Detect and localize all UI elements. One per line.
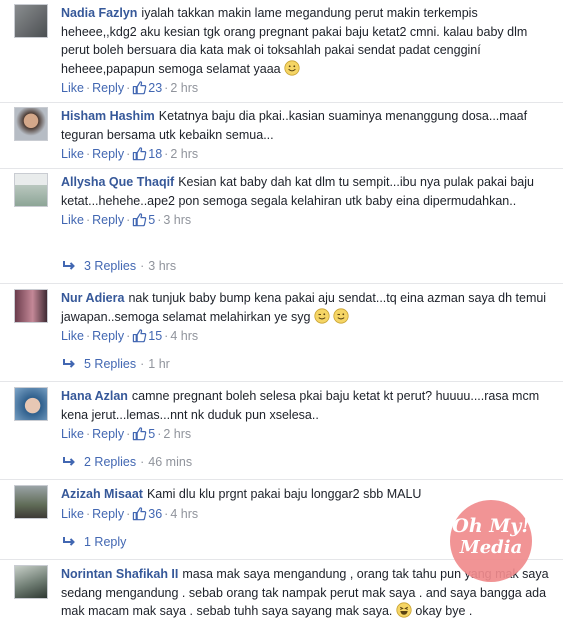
comment-actions: Like · Reply · 15 · 4 hrs: [61, 329, 199, 343]
thumbs-up-icon: [133, 506, 147, 520]
reply-arrow-icon: [63, 457, 75, 466]
comment-text-block: Hana Azlan camne pregnant boleh selesa pk…: [61, 387, 555, 424]
thumbs-up-icon: [133, 81, 147, 95]
avatar[interactable]: [14, 387, 48, 421]
divider: [0, 479, 563, 480]
comment-time[interactable]: 2 hrs: [170, 81, 198, 95]
reply-arrow-icon: [63, 261, 75, 270]
reply-button[interactable]: Reply: [92, 427, 124, 441]
reply-button[interactable]: Reply: [92, 213, 124, 227]
replies-count[interactable]: 2 Replies: [84, 455, 136, 469]
comment-actions: Like · Reply · 5 · 3 hrs: [61, 213, 192, 227]
reply-button[interactable]: Reply: [92, 147, 124, 161]
comment-text-block: Nadia Fazlyn iyalah takkan makin lame meg…: [61, 4, 555, 78]
thumbs-up-icon: [133, 427, 147, 441]
reply-button[interactable]: Reply: [92, 507, 124, 521]
like-button[interactable]: Like: [61, 329, 84, 343]
replies-time: 3 hrs: [148, 259, 177, 273]
view-replies-link[interactable]: 5 Replies · 1 hr: [62, 355, 170, 373]
comment-text-block: Allysha Que Thaqif Kesian kat baby dah ka…: [61, 173, 555, 210]
like-count[interactable]: 5: [148, 427, 155, 441]
commenter-name[interactable]: Hisham Hashim: [61, 109, 155, 123]
comment-text: Kami dlu klu prgnt pakai baju longgar2 s…: [146, 487, 422, 501]
view-replies-link[interactable]: 2 Replies · 46 mins: [62, 453, 192, 471]
comment-time[interactable]: 4 hrs: [170, 507, 198, 521]
comment-actions: Like · Reply · 23 · 2 hrs: [61, 81, 199, 95]
comment-actions: Like · Reply · 18 · 2 hrs: [61, 147, 199, 161]
watermark-line-2: Media: [459, 537, 523, 558]
thumbs-up-icon: [133, 329, 147, 343]
avatar[interactable]: [14, 4, 48, 38]
avatar[interactable]: [14, 173, 48, 207]
divider: [0, 102, 563, 103]
like-count[interactable]: 5: [148, 213, 155, 227]
divider: [0, 168, 563, 169]
like-button[interactable]: Like: [61, 213, 84, 227]
comment-text: camne pregnant boleh selesa pkai baju ke…: [61, 389, 540, 422]
like-count[interactable]: 23: [148, 81, 162, 95]
replies-time: 46 mins: [148, 455, 193, 469]
comment-text-end: okay bye .: [415, 604, 473, 618]
view-replies-link[interactable]: 3 Replies · 3 hrs: [62, 257, 176, 275]
reply-button[interactable]: Reply: [92, 81, 124, 95]
watermark-line-1: Oh My!: [452, 515, 530, 537]
like-count[interactable]: 18: [148, 147, 162, 161]
comment-time[interactable]: 4 hrs: [170, 329, 198, 343]
replies-time: 1 hr: [148, 357, 170, 371]
replies-count[interactable]: 1 Reply: [84, 535, 126, 549]
replies-count[interactable]: 3 Replies: [84, 259, 136, 273]
commenter-name[interactable]: Allysha Que Thaqif: [61, 175, 174, 189]
like-button[interactable]: Like: [61, 147, 84, 161]
view-replies-link[interactable]: 1 Reply: [62, 533, 126, 551]
comment-time[interactable]: 3 hrs: [163, 213, 191, 227]
reply-arrow-icon: [63, 359, 75, 368]
avatar[interactable]: [14, 289, 48, 323]
reply-arrow-icon: [63, 537, 75, 546]
thumbs-up-icon: [133, 213, 147, 227]
comment-text-block: Nur Adiera nak tunjuk baby bump kena paka…: [61, 289, 555, 326]
wink-emoji-icon: [333, 307, 350, 324]
avatar[interactable]: [14, 485, 48, 519]
like-button[interactable]: Like: [61, 507, 84, 521]
like-count[interactable]: 36: [148, 507, 162, 521]
comment-time[interactable]: 2 hrs: [163, 427, 191, 441]
comment-text-block: Hisham Hashim Ketatnya baju dia pkai..kas…: [61, 107, 555, 144]
commenter-name[interactable]: Norintan Shafikah II: [61, 567, 178, 581]
like-button[interactable]: Like: [61, 427, 84, 441]
oh-my-media-watermark-logo: Oh My! Media: [450, 500, 532, 582]
avatar[interactable]: [14, 107, 48, 141]
commenter-name[interactable]: Nur Adiera: [61, 291, 124, 305]
laughing-emoji-icon: [396, 602, 412, 618]
comment-text: nak tunjuk baby bump kena pakai aju send…: [61, 291, 547, 324]
like-count[interactable]: 15: [148, 329, 162, 343]
like-button[interactable]: Like: [61, 81, 84, 95]
comment-time[interactable]: 2 hrs: [170, 147, 198, 161]
avatar[interactable]: [14, 565, 48, 599]
replies-count[interactable]: 5 Replies: [84, 357, 136, 371]
reply-button[interactable]: Reply: [92, 329, 124, 343]
commenter-name[interactable]: Azizah Misaat: [61, 487, 143, 501]
thumbs-up-icon: [133, 147, 147, 161]
divider: [0, 283, 563, 284]
smile-emoji-icon: [284, 59, 300, 76]
commenter-name[interactable]: Hana Azlan: [61, 389, 128, 403]
commenter-name[interactable]: Nadia Fazlyn: [61, 6, 137, 20]
comment-actions: Like · Reply · 5 · 2 hrs: [61, 427, 192, 441]
divider: [0, 381, 563, 382]
wink-emoji-icon: [314, 307, 330, 324]
